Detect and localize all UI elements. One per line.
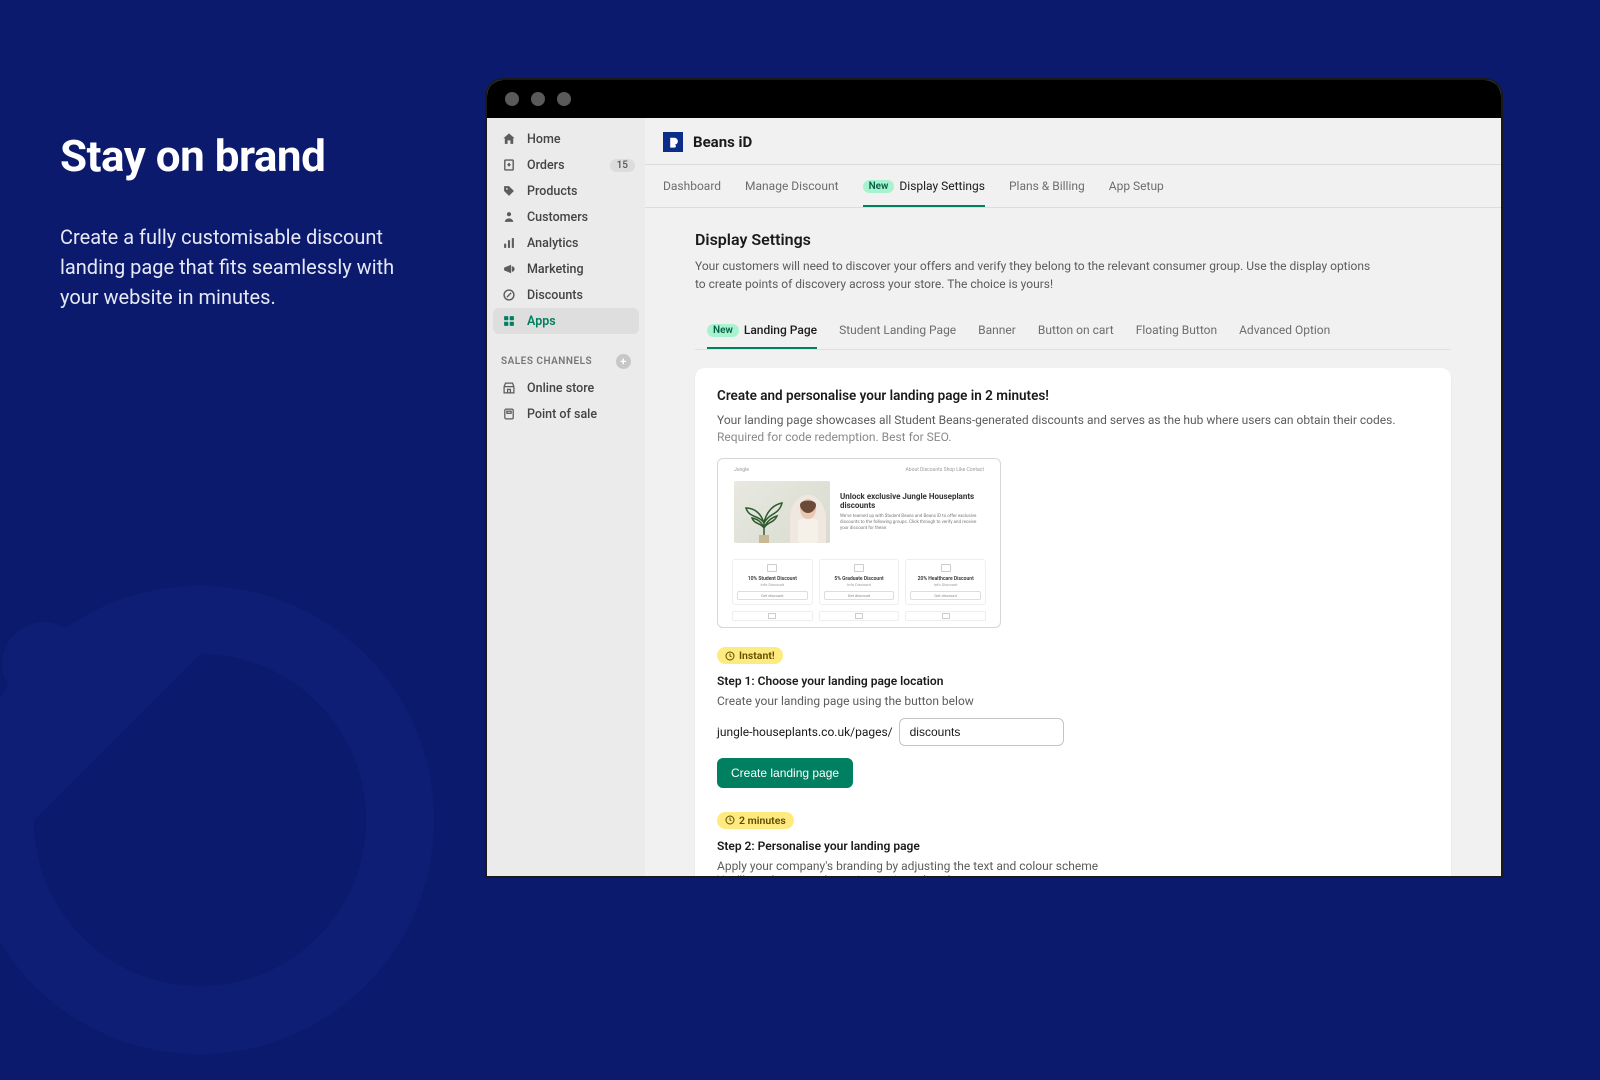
url-slug-input[interactable] [899, 718, 1064, 746]
brand-watermark [0, 560, 460, 1080]
analytics-icon [501, 235, 517, 251]
window-minimize[interactable] [531, 92, 545, 106]
person-icon [501, 209, 517, 225]
step2-desc: Apply your company's branding by adjusti… [717, 859, 1429, 873]
nav-label: Analytics [527, 236, 635, 251]
clock-icon [725, 815, 735, 825]
card-line2: Required for code redemption. Best for S… [717, 429, 1429, 446]
nav-orders[interactable]: Orders 15 [487, 152, 645, 178]
subtab-button-cart[interactable]: Button on cart [1038, 313, 1114, 349]
subtab-advanced[interactable]: Advanced Option [1239, 313, 1330, 349]
time-tag: 2 minutes [717, 812, 794, 829]
new-pill: New [863, 180, 895, 193]
app-tabs: Dashboard Manage Discount New Display Se… [645, 165, 1501, 207]
tag-icon [501, 183, 517, 199]
subtab-floating-button[interactable]: Floating Button [1136, 313, 1217, 349]
subtab-landing-page[interactable]: New Landing Page [707, 313, 817, 349]
instant-tag: Instant! [717, 647, 783, 664]
page-description: Your customers will need to discover you… [695, 257, 1375, 293]
clock-icon [725, 651, 735, 661]
page-title: Display Settings [695, 230, 1451, 249]
nav-label: Customers [527, 210, 635, 225]
subtab-banner[interactable]: Banner [978, 313, 1016, 349]
titlebar [487, 80, 1501, 118]
step1-desc: Create your landing page using the butto… [717, 694, 1429, 708]
nav-label: Products [527, 184, 635, 199]
step1-title: Step 1: Choose your landing page locatio… [717, 674, 1429, 688]
nav-analytics[interactable]: Analytics [487, 230, 645, 256]
landing-preview: Jungle About Discounts Shop Like Contact… [717, 458, 1001, 628]
channel-pos[interactable]: Point of sale [487, 401, 645, 427]
tab-app-setup[interactable]: App Setup [1109, 165, 1164, 207]
nav-label: Apps [527, 314, 629, 329]
display-subtabs: New Landing Page Student Landing Page Ba… [695, 313, 1451, 350]
beans-logo [663, 132, 683, 152]
nav-discounts[interactable]: Discounts [487, 282, 645, 308]
megaphone-icon [501, 261, 517, 277]
hero-subtitle: Create a fully customisable discount lan… [60, 222, 430, 312]
create-landing-page-button[interactable]: Create landing page [717, 758, 853, 788]
tab-display-settings[interactable]: New Display Settings [863, 165, 985, 207]
nav-home[interactable]: Home [487, 126, 645, 152]
channel-label: Point of sale [527, 407, 635, 422]
tab-dashboard[interactable]: Dashboard [663, 165, 721, 207]
card-line1: Your landing page showcases all Student … [717, 412, 1429, 429]
tab-plans-billing[interactable]: Plans & Billing [1009, 165, 1085, 207]
app-name: Beans iD [693, 133, 752, 151]
nav-products[interactable]: Products [487, 178, 645, 204]
hero-title: Stay on brand [60, 130, 430, 182]
step2-note: You'll need to open the script settings … [717, 873, 1429, 876]
nav-label: Home [527, 132, 635, 147]
tab-manage-discount[interactable]: Manage Discount [745, 165, 839, 207]
app-window: Home Orders 15 Products Customers Analyt… [485, 78, 1503, 878]
url-prefix: jungle-houseplants.co.uk/pages/ [717, 725, 893, 739]
orders-icon [501, 157, 517, 173]
nav-label: Marketing [527, 262, 635, 277]
nav-customers[interactable]: Customers [487, 204, 645, 230]
channel-label: Online store [527, 381, 635, 396]
window-zoom[interactable] [557, 92, 571, 106]
nav-label: Orders [527, 158, 600, 173]
home-icon [501, 131, 517, 147]
sales-channels-header: SALES CHANNELS [501, 356, 592, 367]
nav-marketing[interactable]: Marketing [487, 256, 645, 282]
window-close[interactable] [505, 92, 519, 106]
nav-label: Discounts [527, 288, 635, 303]
store-icon [501, 380, 517, 396]
nav-apps[interactable]: Apps [493, 308, 639, 334]
apps-icon [501, 313, 517, 329]
discount-icon [501, 287, 517, 303]
orders-badge: 15 [610, 159, 635, 172]
card-title: Create and personalise your landing page… [717, 388, 1429, 404]
pos-icon [501, 406, 517, 422]
step2-title: Step 2: Personalise your landing page [717, 839, 1429, 853]
add-channel-icon[interactable]: + [616, 354, 631, 369]
channel-online-store[interactable]: Online store [487, 375, 645, 401]
new-pill: New [707, 324, 739, 337]
subtab-student-landing[interactable]: Student Landing Page [839, 313, 956, 349]
landing-page-card: Create and personalise your landing page… [695, 368, 1451, 876]
sidebar: Home Orders 15 Products Customers Analyt… [487, 118, 645, 876]
